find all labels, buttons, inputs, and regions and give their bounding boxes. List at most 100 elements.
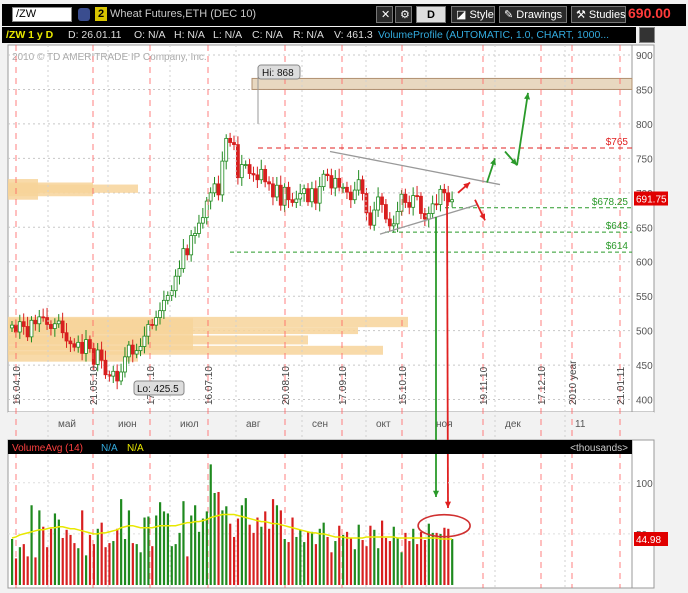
candle-body [165,295,170,301]
volume-bar [205,511,208,585]
candle-body [13,324,18,333]
candle-body [138,346,143,352]
volume-bar [225,506,228,585]
volume-bar [252,532,255,585]
volume-bar [46,547,49,585]
candle-body [403,193,408,203]
candle-body [313,188,318,204]
volume-bar [123,539,127,585]
volume-bar [369,525,372,585]
y-tick-label: 550 [636,292,653,303]
candle-body [95,349,100,365]
candle-body [380,196,384,205]
volume-bar [116,528,119,585]
volume-bar [439,533,442,585]
volume-bar [295,536,298,585]
candle-body [298,193,303,200]
red-vertical-arrow [446,192,449,509]
volume-bar [396,537,399,585]
volume-bar [69,534,72,585]
month-label: авг [246,419,261,430]
candle-body [368,212,373,226]
volume-bar [377,548,380,585]
candle-body [294,198,299,203]
chart-window: /ZW 2 Wheat Futures,ETH (DEC 10) ✕ ⚙ D ◪… [0,0,688,593]
volume-bar [248,524,251,585]
candle-body [434,203,439,206]
date-label: 15.10.10 [398,366,409,405]
volume-bar [190,515,193,585]
current-price-label: 691.75 [636,195,667,206]
candle-body [123,356,127,373]
candle-body [84,339,88,354]
volume-bar [233,536,236,585]
candle-body [356,179,361,191]
candle-body [119,371,123,382]
candle-body [49,324,53,329]
volume-units-label: <thousands> [570,443,628,454]
chart-canvas: 2010 © TD AMERITRADE IP Company, Inc. 900… [7,44,668,589]
volume-bar [287,542,290,585]
volume-bar [77,548,80,585]
y-tick-label: 750 [636,154,653,165]
candle-body [17,321,22,333]
volume-bar [310,531,314,585]
volume-bar [279,510,282,585]
candle-body [76,341,81,348]
candle-body [126,344,131,358]
volume-bar [96,528,99,585]
candle-body [158,310,162,318]
volume-bar [131,543,134,585]
date-label: 16.07.10 [204,366,215,405]
volume-bar [42,526,45,585]
candle-body [10,324,14,329]
candle-body [376,196,381,211]
volume-bar [14,558,18,585]
volume-bar [57,519,60,585]
volume-bar [435,532,438,585]
candle-body [228,137,233,143]
candle-body [325,173,330,176]
volume-profile-band [8,345,383,355]
volume-bar [159,502,162,585]
volume-bar [197,531,201,585]
candle-body [290,199,295,203]
volume-bar [88,534,92,585]
volume-bar [271,499,275,585]
candle-body [395,211,400,225]
volume-bar [174,544,177,585]
volume-bar [373,529,376,585]
candle-body [60,320,65,334]
candle-body [87,339,92,349]
candle-body [345,186,349,193]
candle-body [391,223,396,227]
volume-bar [361,540,364,585]
candle-body [438,188,443,205]
month-label: июн [118,419,137,430]
month-label: 11 [575,419,586,430]
candle-body [302,188,307,194]
candle-body [185,248,190,256]
volume-bar [26,556,29,585]
candle-body [33,319,38,325]
candle-body [216,183,221,196]
y-tick-label: 850 [636,85,653,96]
candle-body [150,324,155,326]
volume-bar [236,518,240,585]
volume-bar [318,528,321,585]
candle-body [306,188,310,203]
candle-body [430,203,435,214]
candle-body [263,168,268,183]
volume-bar [178,532,181,585]
volume-bar [256,517,259,585]
lo-label: Lo: 425.5 [137,384,179,395]
candle-body [247,164,252,174]
candle-body [372,209,377,226]
volume-bar [342,534,345,585]
volume-bar [151,546,154,585]
candle-body [411,195,416,208]
value-area-band [251,77,633,90]
volume-legend-2: N/A [127,443,144,454]
volume-bar [147,516,150,585]
candle-body [142,335,147,347]
